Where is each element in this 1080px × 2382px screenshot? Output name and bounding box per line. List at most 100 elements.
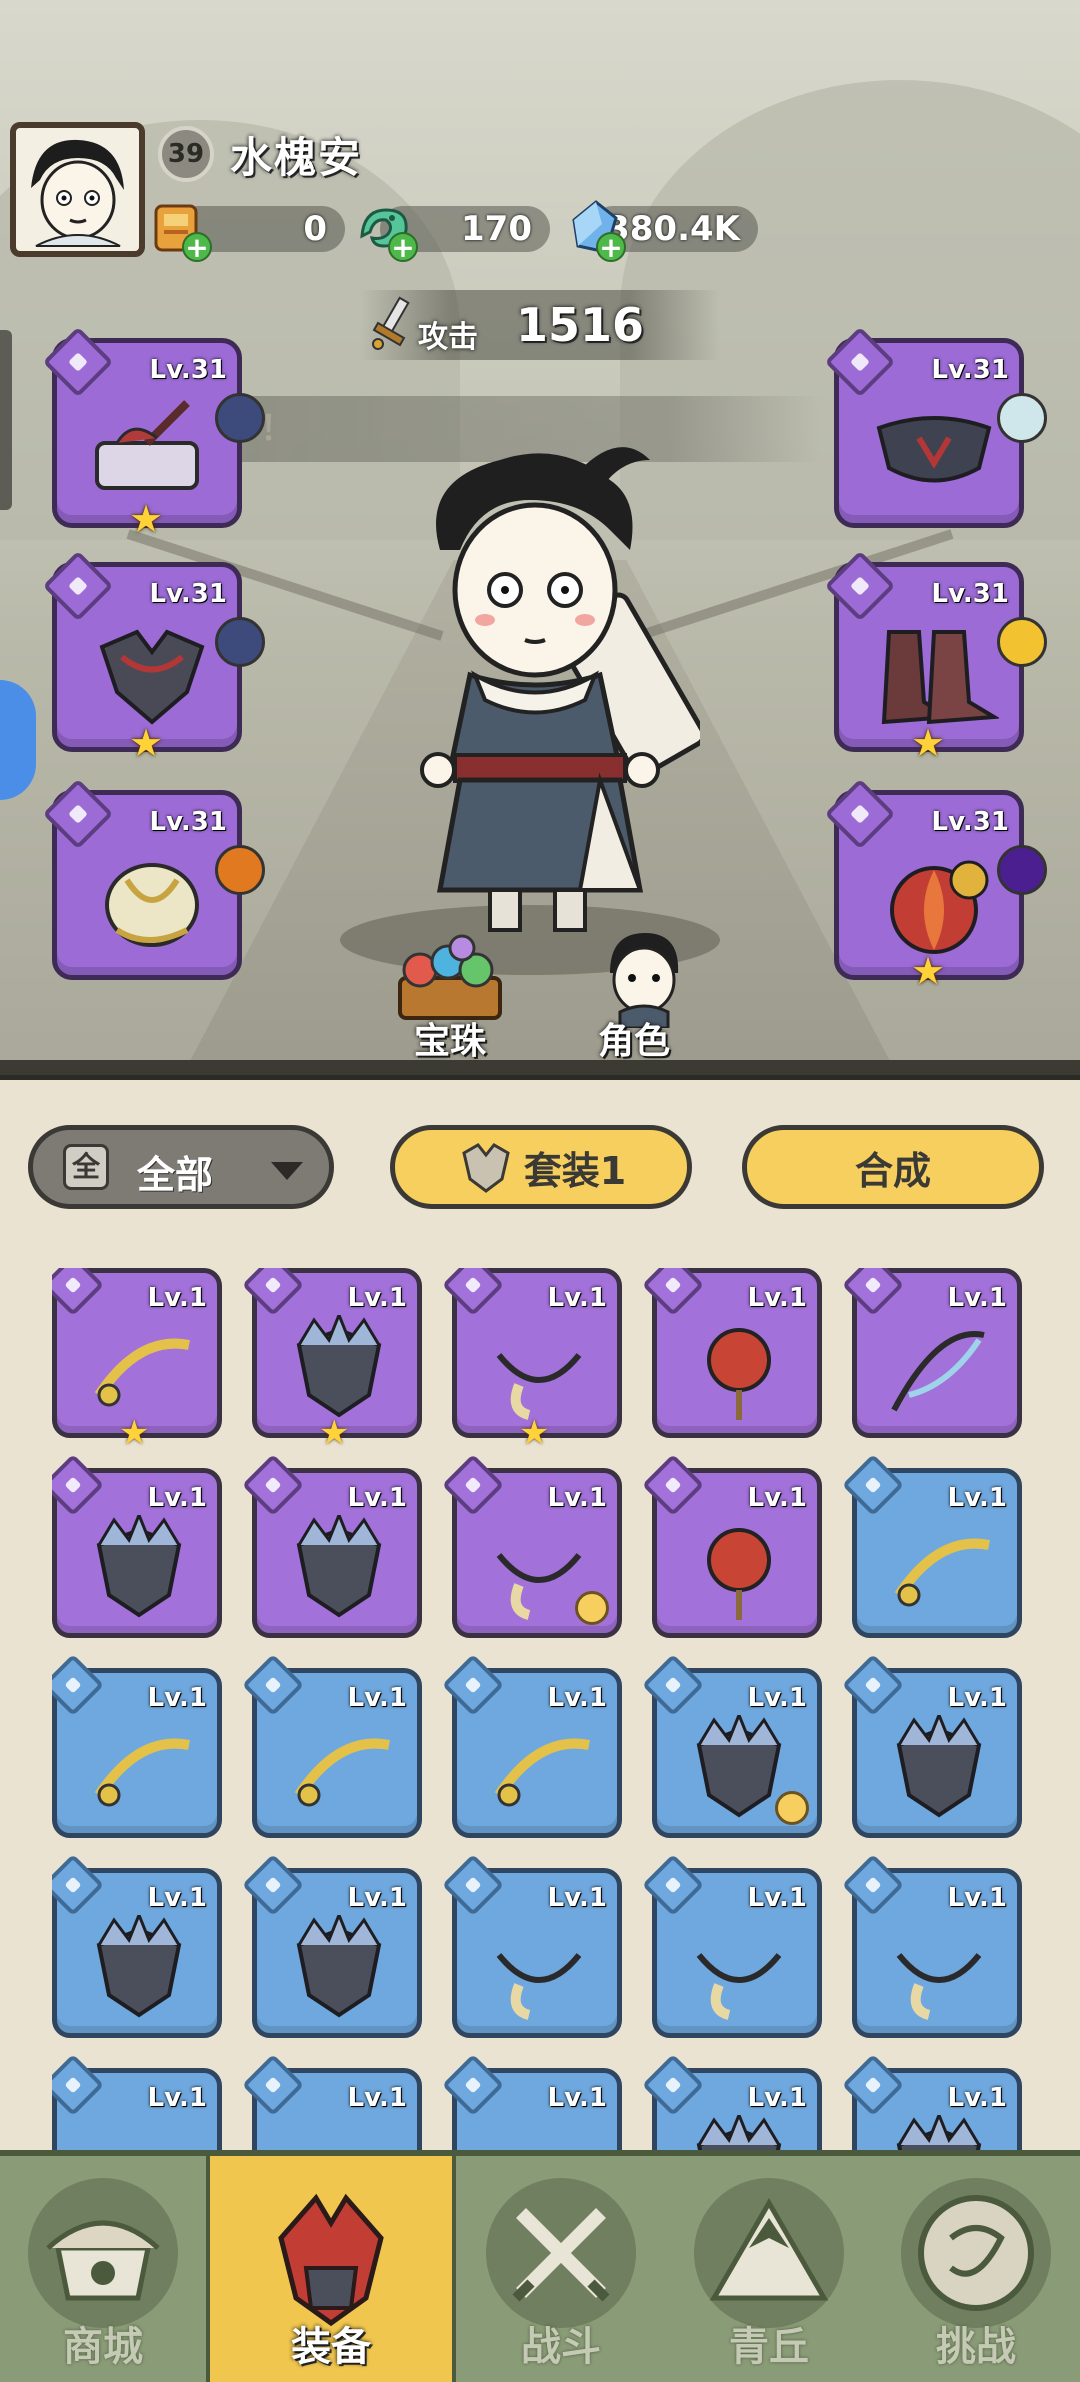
scene-divider	[0, 1060, 1080, 1075]
nav-tab-shop[interactable]: 商城	[0, 2156, 206, 2382]
mountain-icon	[694, 2178, 844, 2328]
belt-icon	[876, 416, 992, 483]
equipment-item-icon	[896, 1715, 982, 1818]
gems-button[interactable]: 宝珠	[380, 928, 520, 1062]
item-slot-tag-icon	[441, 1853, 505, 1917]
equipment-set-button[interactable]: 套装1	[390, 1125, 692, 1209]
equip-slot-weapon[interactable]: Lv.31 ★	[42, 326, 265, 541]
star-icon: ★	[119, 1413, 150, 1453]
nav-tab-mountain[interactable]: 青丘	[666, 2156, 872, 2382]
inventory-item[interactable]: Lv.1	[52, 1453, 222, 1638]
inventory-item[interactable]: Lv.1	[841, 1268, 1022, 1438]
inventory-item[interactable]: Lv.1	[641, 1453, 822, 1638]
item-level: Lv.1	[547, 2083, 607, 2113]
inventory-item[interactable]: Lv.1	[241, 1653, 422, 1838]
nav-tab-equipment-helmet[interactable]: 装备	[206, 2156, 456, 2382]
socket-gem-icon	[997, 845, 1047, 895]
add-tickets-button[interactable]: +	[182, 232, 212, 262]
item-level: Lv.1	[747, 1483, 807, 1513]
challenge-orb-icon	[901, 2178, 1051, 2328]
equipment-helmet-icon	[256, 2178, 406, 2328]
socket-gem-icon	[215, 393, 265, 443]
item-slot-tag-icon	[241, 1853, 305, 1917]
inventory-item[interactable]: Lv.1	[241, 1853, 422, 2038]
star-icon: ★	[129, 497, 164, 541]
inventory-item[interactable]: Lv.1	[441, 2053, 622, 2163]
flower-amulet-icon	[890, 860, 989, 954]
inventory-item[interactable]: Lv.1	[641, 1853, 822, 2038]
item-level: Lv.1	[947, 2083, 1007, 2113]
item-slot-tag-icon	[441, 1268, 505, 1317]
inventory-item[interactable]: Lv.1	[641, 1268, 822, 1438]
equip-slot-amulet[interactable]: Lv.31 ★	[824, 778, 1047, 993]
equipment-item-icon	[96, 1915, 182, 2018]
item-slot-tag-icon	[441, 2053, 505, 2117]
nav-tab-challenge-orb[interactable]: 挑战	[872, 2156, 1080, 2382]
hero-character[interactable]	[380, 440, 700, 940]
equipment-item-icon	[94, 1338, 190, 1407]
add-jade-button[interactable]: +	[388, 232, 418, 262]
item-level: Lv.1	[147, 1883, 207, 1913]
merge-button[interactable]: 合成	[742, 1125, 1044, 1209]
item-level: Lv.1	[347, 1283, 407, 1313]
equip-slot-armor[interactable]: Lv.31 ★	[42, 550, 265, 765]
inventory-item[interactable]: Lv.1	[841, 1653, 1022, 1838]
item-slot-tag-icon	[241, 1268, 305, 1317]
app: 39 水槐安 0 + 170 + 380.4K + 攻击 1516 装备红莲甲！…	[0, 0, 1080, 2382]
slot-level: Lv.31	[149, 807, 227, 837]
inventory-item[interactable]: Lv.1	[841, 2053, 1022, 2163]
floating-side-button[interactable]	[0, 680, 36, 800]
item-level: Lv.1	[747, 2083, 807, 2113]
equipment-item-icon	[496, 1953, 582, 2020]
equip-slot-boots[interactable]: Lv.31 ★	[824, 550, 1047, 765]
item-level: Lv.1	[547, 1883, 607, 1913]
equipment-item-icon	[891, 1330, 985, 1412]
inventory-item[interactable]: Lv.1	[441, 1653, 622, 1838]
equipment-item-icon	[296, 1915, 382, 2018]
item-level: Lv.1	[947, 1483, 1007, 1513]
item-level: Lv.1	[547, 1483, 607, 1513]
equip-slot-belt[interactable]: Lv.31	[824, 326, 1047, 528]
inventory-item[interactable]: Lv.1 ★	[241, 1268, 422, 1453]
shop-icon	[28, 2178, 178, 2328]
inventory-item[interactable]: Lv.1	[241, 2053, 422, 2163]
add-crystal-button[interactable]: +	[596, 232, 626, 262]
inventory-item[interactable]: Lv.1	[641, 1653, 822, 1838]
nav-tab-label: 商城	[63, 2324, 143, 2370]
inventory-item[interactable]: Lv.1	[52, 1653, 222, 1838]
attack-value: 1516	[516, 298, 645, 352]
item-level: Lv.1	[347, 1883, 407, 1913]
item-level: Lv.1	[747, 1283, 807, 1313]
item-level: Lv.1	[947, 1683, 1007, 1713]
item-slot-tag-icon	[841, 2053, 905, 2117]
armor-set-icon	[462, 1143, 510, 1193]
star-icon: ★	[519, 1413, 550, 1453]
side-edge-bar[interactable]	[0, 330, 12, 510]
inventory-item[interactable]: Lv.1 ★	[52, 1268, 222, 1453]
equipment-item-icon	[707, 1328, 771, 1420]
inventory-item[interactable]: Lv.1	[841, 1453, 1022, 1638]
equipment-item-icon	[94, 1738, 190, 1807]
inventory-item[interactable]: Lv.1	[441, 1853, 622, 2038]
inventory-item[interactable]: Lv.1	[641, 2053, 822, 2163]
inventory-item[interactable]: Lv.1 ★	[441, 1268, 622, 1453]
inventory-item[interactable]: Lv.1	[241, 1453, 422, 1638]
item-level: Lv.1	[947, 1283, 1007, 1313]
item-level: Lv.1	[547, 1283, 607, 1313]
item-level: Lv.1	[747, 1683, 807, 1713]
inventory-item[interactable]: Lv.1	[841, 1853, 1022, 2038]
inventory-item[interactable]: Lv.1	[52, 1853, 222, 2038]
equipment-item-icon	[696, 1953, 782, 2020]
equip-slot-ring[interactable]: Lv.31	[42, 778, 265, 980]
armor-chest-icon	[99, 629, 205, 725]
category-filter-dropdown[interactable]: 全 全部	[28, 1125, 334, 1209]
inventory-item[interactable]: Lv.1	[441, 1453, 622, 1638]
filter-all-icon: 全	[63, 1144, 109, 1190]
player-avatar[interactable]	[10, 122, 145, 257]
character-button[interactable]: 角色	[570, 928, 710, 1062]
nav-tab-crossed-swords[interactable]: 战斗	[456, 2156, 666, 2382]
inventory-item[interactable]: Lv.1	[52, 2053, 222, 2163]
equipment-item-icon	[496, 1353, 582, 1420]
equipment-item-icon	[894, 1538, 990, 1607]
socket-gem-icon	[997, 617, 1047, 667]
